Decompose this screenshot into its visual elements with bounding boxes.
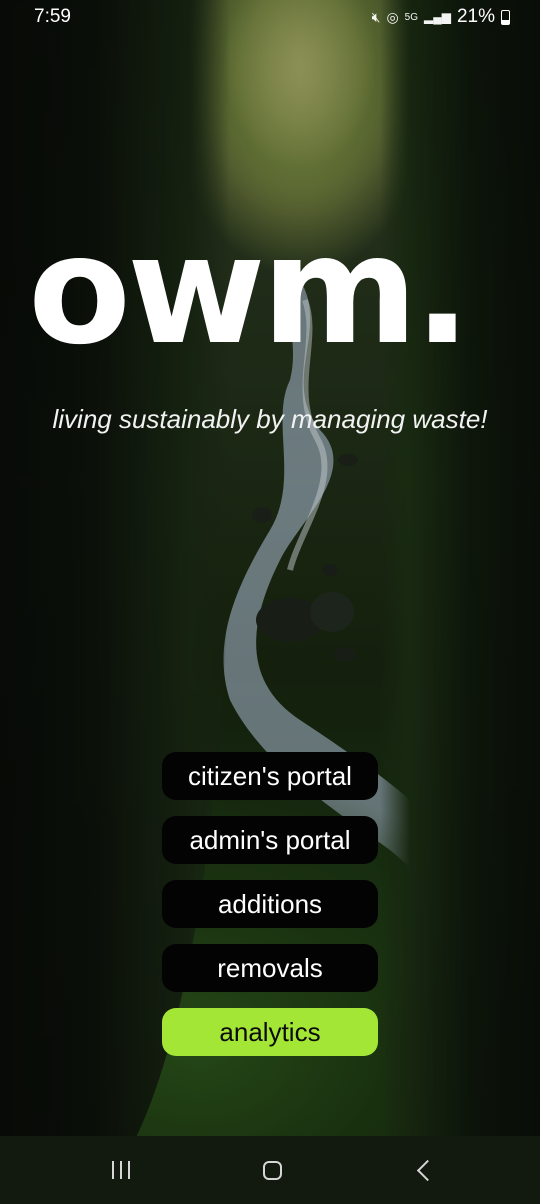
network-type-label: 5G	[404, 11, 418, 23]
battery-icon	[501, 9, 510, 25]
removals-button[interactable]: removals	[162, 944, 378, 992]
battery-percent: 21%	[456, 6, 495, 27]
recent-apps-button[interactable]	[81, 1136, 161, 1204]
app-logo: owm.	[28, 204, 471, 378]
citizens-portal-button[interactable]: citizen's portal	[162, 752, 378, 800]
signal-icon: ▂▄▆	[424, 10, 451, 24]
main-menu: citizen's portal admin's portal addition…	[162, 752, 378, 1072]
admins-portal-button[interactable]: admin's portal	[162, 816, 378, 864]
home-button[interactable]	[232, 1136, 312, 1204]
tagline: living sustainably by managing waste!	[52, 404, 488, 434]
recent-apps-icon	[112, 1161, 130, 1179]
status-icons: 🔇︎ ◎ 5G ▂▄▆ 21%	[372, 6, 510, 28]
additions-button[interactable]: additions	[162, 880, 378, 928]
home-icon	[262, 1160, 282, 1180]
analytics-button[interactable]: analytics	[162, 1008, 378, 1056]
status-time: 7:59	[34, 6, 71, 27]
status-bar: 7:59 🔇︎ ◎ 5G ▂▄▆ 21%	[0, 0, 540, 34]
back-icon	[416, 1159, 438, 1181]
hotspot-icon: ◎	[386, 8, 399, 25]
mute-icon: 🔇︎	[371, 8, 381, 25]
back-button[interactable]	[384, 1136, 464, 1204]
navigation-bar	[0, 1136, 540, 1204]
